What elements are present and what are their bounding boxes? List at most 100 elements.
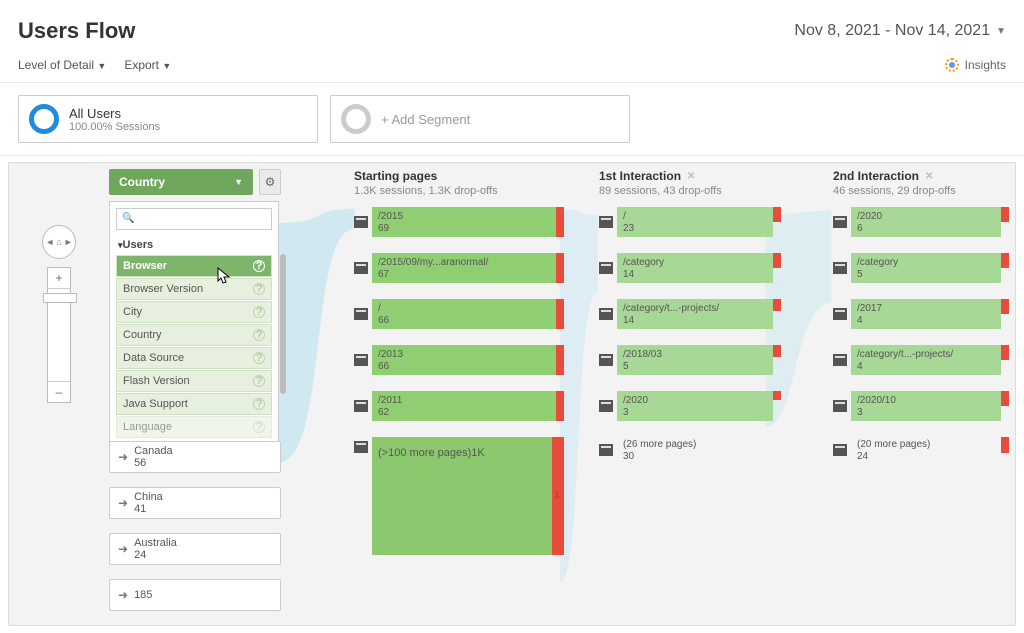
flow-node-more[interactable]: (>100 more pages)1K [354, 437, 564, 555]
dimension-option-data-source[interactable]: Data Source? [116, 347, 272, 369]
page-icon [599, 437, 617, 463]
flow-node[interactable]: /category14 [599, 253, 781, 283]
page-icon [599, 299, 617, 329]
dimension-option-country[interactable]: Country? [116, 324, 272, 346]
page-icon [354, 253, 372, 283]
dropoff-indicator [773, 299, 781, 311]
dropoff-indicator [1001, 437, 1009, 453]
gear-icon: ⚙ [265, 175, 276, 189]
flow-node[interactable]: /category/t...-projects/14 [599, 299, 781, 329]
arrow-right-icon: ➜ [118, 496, 128, 510]
help-icon[interactable]: ? [253, 398, 265, 410]
help-icon[interactable]: ? [253, 352, 265, 364]
insights-icon [945, 58, 959, 72]
dimension-picker[interactable]: Country ▼ [109, 169, 253, 195]
date-range-text: Nov 8, 2021 - Nov 14, 2021 [794, 22, 990, 40]
flow-node[interactable]: /66 [354, 299, 564, 329]
dimension-option-browser[interactable]: Browser? [116, 255, 272, 277]
segment-name: All Users [69, 106, 160, 121]
flow-node[interactable]: /201162 [354, 391, 564, 421]
page-icon [833, 345, 851, 375]
dropoff-indicator [773, 207, 781, 222]
home-icon: ⌂ [56, 237, 61, 247]
help-icon[interactable]: ? [253, 329, 265, 341]
flow-node[interactable]: /category5 [833, 253, 1009, 283]
flow-node[interactable]: /201569 [354, 207, 564, 237]
close-icon[interactable]: ✕ [687, 171, 695, 182]
flow-node[interactable]: /2015/09/my...aranormal/67 [354, 253, 564, 283]
page-icon [354, 299, 372, 329]
settings-button[interactable]: ⚙ [259, 169, 281, 195]
dimension-option-java-support[interactable]: Java Support? [116, 393, 272, 415]
starting-pages-sub: 1.3K sessions, 1.3K drop-offs [354, 185, 564, 197]
zoom-handle[interactable] [43, 293, 77, 303]
dropoff-indicator [1001, 207, 1009, 222]
insights-button[interactable]: Insights [945, 58, 1006, 72]
first-interaction-sub: 89 sessions, 43 drop-offs [599, 185, 781, 197]
flow-node[interactable]: /23 [599, 207, 781, 237]
dropoff-indicator [556, 207, 564, 237]
arrow-right-icon: ➜ [118, 450, 128, 464]
flow-node[interactable]: /20206 [833, 207, 1009, 237]
help-icon[interactable]: ? [253, 283, 265, 295]
flow-node-more[interactable]: (26 more pages)30 [599, 437, 781, 463]
flow-node[interactable]: /2018/035 [599, 345, 781, 375]
dropoff-indicator [552, 437, 564, 555]
page-icon [354, 391, 372, 421]
dimension-search-input[interactable] [116, 208, 272, 230]
arrow-right-icon: ➜ [118, 542, 128, 556]
scrollbar[interactable] [280, 254, 286, 394]
flow-node[interactable]: /20203 [599, 391, 781, 421]
level-of-detail-menu[interactable]: Level of Detail ▼ [18, 58, 106, 72]
country-node-other[interactable]: ➜185 [109, 579, 281, 611]
help-icon[interactable]: ? [253, 421, 265, 433]
flow-node[interactable]: /category/t...-projects/4 [833, 345, 1009, 375]
add-segment-button[interactable]: + Add Segment [330, 95, 630, 143]
dimension-option-flash-version[interactable]: Flash Version? [116, 370, 272, 392]
country-node-china[interactable]: ➜China41 [109, 487, 281, 519]
dimension-option-language[interactable]: Language? [116, 416, 272, 438]
dropoff-indicator [773, 345, 781, 357]
dropoff-indicator [1001, 253, 1009, 268]
dropoff-indicator [773, 253, 781, 268]
help-icon[interactable]: ? [253, 375, 265, 387]
chevron-down-icon: ▼ [234, 177, 243, 187]
page-icon [354, 437, 372, 555]
page-title: Users Flow [18, 18, 135, 44]
country-node-australia[interactable]: ➜Australia24 [109, 533, 281, 565]
page-icon [833, 437, 851, 463]
page-icon [599, 345, 617, 375]
dimension-option-city[interactable]: City? [116, 301, 272, 323]
zoom-out-button[interactable]: – [48, 382, 70, 402]
country-node-canada[interactable]: ➜Canada56 [109, 441, 281, 473]
second-interaction-sub: 46 sessions, 29 drop-offs [833, 185, 1009, 197]
flow-node-more[interactable]: (20 more pages)24 [833, 437, 1009, 463]
segment-all-users[interactable]: All Users 100.00% Sessions [18, 95, 318, 143]
date-range-picker[interactable]: Nov 8, 2021 - Nov 14, 2021 ▼ [794, 22, 1006, 40]
zoom-slider[interactable] [48, 288, 70, 382]
first-interaction-header: 1st Interaction✕ [599, 169, 781, 183]
page-icon [833, 253, 851, 283]
dimension-dropdown-panel: 🔍 Users Browser? Browser Version? City? … [109, 201, 279, 468]
flow-node[interactable]: /20174 [833, 299, 1009, 329]
flow-node[interactable]: /201366 [354, 345, 564, 375]
flow-canvas[interactable]: ◄ ⌂ ► + – Country ▼ ⚙ 🔍 Users [8, 162, 1016, 626]
dimension-option-browser-version[interactable]: Browser Version? [116, 278, 272, 300]
dimension-group[interactable]: Users [110, 236, 278, 254]
nav-pan-control[interactable]: ◄ ⌂ ► [42, 225, 76, 259]
flow-node[interactable]: /2020/103 [833, 391, 1009, 421]
export-menu[interactable]: Export ▼ [124, 58, 171, 72]
add-segment-label: + Add Segment [381, 112, 470, 127]
help-icon[interactable]: ? [253, 306, 265, 318]
dropoff-indicator [556, 253, 564, 283]
starting-pages-header: Starting pages [354, 169, 564, 183]
dropoff-indicator [556, 345, 564, 375]
page-icon [599, 253, 617, 283]
close-icon[interactable]: ✕ [925, 171, 933, 182]
dropoff-indicator [1001, 345, 1009, 360]
chevron-left-icon: ◄ [45, 237, 54, 247]
help-icon[interactable]: ? [253, 260, 265, 272]
segment-ring-icon [341, 104, 371, 134]
chevron-down-icon: ▼ [996, 26, 1006, 37]
zoom-in-button[interactable]: + [48, 268, 70, 288]
